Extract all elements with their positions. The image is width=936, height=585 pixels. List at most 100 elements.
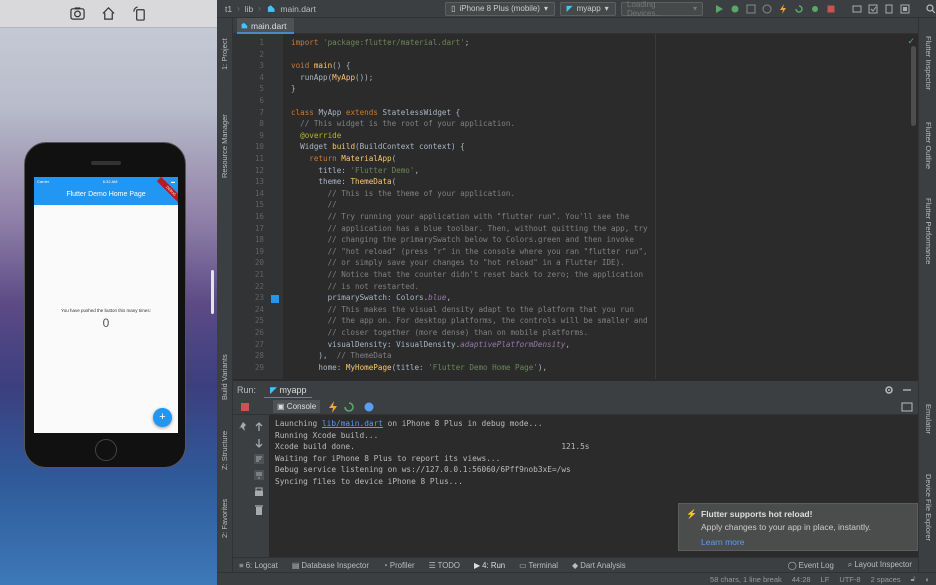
tool-window-build-variants[interactable]: Build Variants — [220, 354, 229, 400]
minimize-icon[interactable] — [902, 385, 912, 395]
editor-scrollbar[interactable] — [911, 46, 916, 126]
avd-manager-icon[interactable] — [884, 4, 894, 14]
tool-window-resource-manager[interactable]: Resource Manager — [220, 114, 229, 178]
line-number[interactable]: 3 — [233, 60, 264, 72]
tool-window-project[interactable]: 1: Project — [220, 38, 229, 70]
line-number[interactable]: 11 — [233, 153, 264, 165]
pin-icon[interactable] — [237, 421, 249, 433]
line-number[interactable]: 29 — [233, 362, 264, 374]
tool-window-favorites[interactable]: 2: Favorites — [220, 499, 229, 538]
device-screen[interactable]: Carrier 6:32 AM ▬ Flutter Demo Home Page… — [34, 177, 178, 433]
line-number[interactable]: 7 — [233, 107, 264, 119]
stop-icon[interactable] — [826, 4, 836, 14]
layout-icon[interactable] — [852, 4, 862, 14]
line-number[interactable]: 4 — [233, 72, 264, 84]
line-number[interactable]: 14 — [233, 188, 264, 200]
console-file-link[interactable]: lib/main.dart — [322, 419, 383, 428]
window-resize-handle[interactable] — [211, 270, 214, 314]
stop-icon[interactable] — [239, 401, 251, 413]
event-log-icon[interactable]: ◐ — [925, 575, 930, 584]
run-config-selector[interactable]: ◤ myapp ▾ — [560, 1, 616, 16]
breadcrumb-lib[interactable]: lib — [245, 4, 254, 14]
soft-wrap-icon[interactable] — [253, 453, 265, 465]
color-preview-swatch[interactable] — [271, 295, 279, 303]
line-number[interactable]: 20 — [233, 257, 264, 269]
line-number[interactable]: 23 — [233, 292, 264, 304]
status-position[interactable]: 44:28 — [792, 575, 811, 584]
lock-icon[interactable]: 🔓︎ — [911, 574, 916, 584]
rotate-icon[interactable] — [132, 6, 147, 21]
hot-restart-icon[interactable] — [794, 4, 804, 14]
tool-tab-database-inspector[interactable]: ▤ Database Inspector — [292, 561, 369, 570]
line-number[interactable]: 21 — [233, 269, 264, 281]
debug-icon[interactable] — [730, 4, 740, 14]
line-number[interactable]: 28 — [233, 350, 264, 362]
tool-tab-terminal[interactable]: ▭ Terminal — [519, 561, 558, 570]
tool-tab-logcat[interactable]: ≡ 6: Logcat — [239, 561, 278, 570]
tool-window-emulator[interactable]: Emulator — [924, 404, 933, 434]
devices-selector[interactable]: Loading Devices... ▾ — [620, 0, 703, 18]
run-icon[interactable] — [714, 4, 724, 14]
hot-reload-icon[interactable] — [327, 401, 339, 413]
breadcrumb-file[interactable]: main.dart — [280, 4, 315, 14]
tool-window-flutter-outline[interactable]: Flutter Outline — [924, 122, 933, 169]
profile-icon[interactable] — [762, 4, 772, 14]
line-number[interactable]: 8 — [233, 118, 264, 130]
attach-debugger-icon[interactable] — [810, 4, 820, 14]
devtools-icon[interactable] — [363, 401, 375, 413]
learn-more-link[interactable]: Learn more — [701, 537, 909, 547]
line-number[interactable]: 12 — [233, 165, 264, 177]
arrow-down-icon[interactable] — [253, 437, 265, 449]
line-number[interactable]: 18 — [233, 234, 264, 246]
search-icon[interactable] — [926, 3, 936, 14]
line-number[interactable]: 10 — [233, 141, 264, 153]
line-number[interactable]: 19 — [233, 246, 264, 258]
line-number[interactable]: 13 — [233, 176, 264, 188]
line-number[interactable]: 15 — [233, 199, 264, 211]
line-number[interactable]: 1 — [233, 37, 264, 49]
line-number[interactable]: 26 — [233, 327, 264, 339]
line-number[interactable]: 2 — [233, 49, 264, 61]
settings-icon[interactable] — [884, 385, 894, 395]
line-number[interactable]: 25 — [233, 315, 264, 327]
arrow-up-icon[interactable] — [253, 421, 265, 433]
code-editor[interactable]: 1 import 'package:flutter/material.dart';… — [233, 34, 918, 379]
line-number[interactable]: 9 — [233, 130, 264, 142]
tab-main-dart[interactable]: main.dart — [237, 18, 295, 34]
trash-icon[interactable] — [253, 504, 265, 516]
line-number[interactable]: 6 — [233, 95, 264, 107]
device-selector[interactable]: ▯ iPhone 8 Plus (mobile) ▾ — [445, 1, 556, 16]
increment-button[interactable]: + — [153, 408, 172, 427]
status-indent[interactable]: 2 spaces — [871, 575, 901, 584]
scroll-to-end-icon[interactable] — [253, 469, 265, 481]
run-tab-myapp[interactable]: ◤ myapp — [264, 381, 313, 399]
breadcrumb-project[interactable]: t1 — [225, 4, 232, 14]
line-number[interactable]: 22 — [233, 281, 264, 293]
line-number[interactable]: 16 — [233, 211, 264, 223]
tool-window-flutter-inspector[interactable]: Flutter Inspector — [924, 36, 933, 90]
tool-window-structure[interactable]: Z: Structure — [220, 431, 229, 470]
hot-reload-icon[interactable] — [778, 3, 788, 14]
tool-tab-layout-inspector[interactable]: ⌕ Layout Inspector — [848, 560, 912, 570]
status-encoding[interactable]: UTF-8 — [839, 575, 860, 584]
tool-tab-run[interactable]: ▶ 4: Run — [474, 561, 505, 570]
print-icon[interactable] — [253, 487, 265, 499]
status-line-separator[interactable]: LF — [821, 575, 830, 584]
hot-restart-icon[interactable] — [343, 401, 355, 413]
line-number[interactable]: 27 — [233, 339, 264, 351]
tool-window-flutter-performance[interactable]: Flutter Performance — [924, 198, 933, 264]
coverage-icon[interactable] — [746, 4, 756, 14]
tool-tab-dart-analysis[interactable]: ◆ Dart Analysis — [572, 561, 626, 570]
tool-tab-profiler[interactable]: ◔ Profiler — [383, 561, 415, 570]
line-number[interactable]: 17 — [233, 223, 264, 235]
project-structure-icon[interactable] — [900, 4, 910, 14]
line-number[interactable]: 24 — [233, 304, 264, 316]
console-tab[interactable]: ▣ Console — [273, 400, 321, 413]
layout-options-icon[interactable] — [901, 401, 913, 413]
home-icon[interactable] — [101, 6, 116, 21]
tool-tab-event-log[interactable]: ◯ Event Log — [788, 561, 834, 570]
home-button[interactable] — [95, 439, 117, 461]
screenshot-icon[interactable] — [70, 6, 85, 21]
sdk-manager-icon[interactable] — [868, 4, 878, 14]
tool-tab-todo[interactable]: ☰ TODO — [429, 561, 460, 570]
